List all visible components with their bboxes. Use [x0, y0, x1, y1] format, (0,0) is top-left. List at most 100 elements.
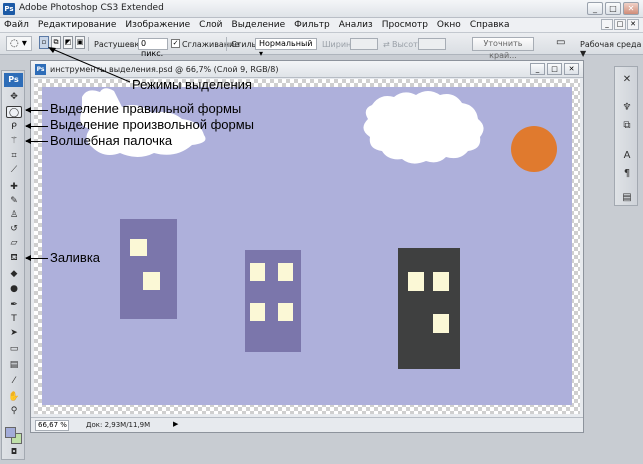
- building-2-window: [278, 303, 293, 321]
- history-brush-tool-icon[interactable]: ↺: [6, 223, 22, 235]
- menu-view[interactable]: Просмотр: [382, 20, 428, 30]
- doc-close-button[interactable]: ✕: [627, 19, 639, 30]
- paint-bucket-tool-icon[interactable]: ⛾: [6, 252, 22, 264]
- feather-input[interactable]: 0 пикс.: [138, 38, 168, 58]
- paragraph-icon[interactable]: ¶: [620, 167, 634, 181]
- building-3-window: [408, 272, 424, 291]
- building-1: [120, 219, 177, 319]
- menu-file[interactable]: Файл: [4, 20, 29, 30]
- close-button[interactable]: ✕: [623, 2, 639, 15]
- building-2-window: [278, 263, 293, 281]
- document-window-controls: _ □ ✕: [530, 63, 579, 75]
- document-minimize-button[interactable]: _: [530, 63, 545, 75]
- document-info: Док: 2,93M/11,9M: [86, 421, 151, 429]
- doc-window-controls: _ □ ✕: [601, 19, 639, 30]
- annotation-arrow-modes: [48, 47, 131, 83]
- lasso-tool-icon[interactable]: ᑭ: [6, 121, 22, 133]
- building-3-window: [433, 314, 449, 333]
- healing-tool-icon[interactable]: ✚: [6, 181, 22, 193]
- menu-analysis[interactable]: Анализ: [339, 20, 373, 30]
- annotation-arrow: [25, 255, 48, 261]
- annotation-arrow: [25, 107, 48, 113]
- document-close-button[interactable]: ✕: [564, 63, 579, 75]
- marquee-tool-icon[interactable]: ◯: [6, 106, 22, 118]
- annotation-arrow: [25, 138, 48, 144]
- path-selection-tool-icon[interactable]: ➤: [6, 327, 22, 339]
- status-menu-icon[interactable]: ▶: [173, 420, 178, 428]
- brushes-icon[interactable]: ♆: [620, 101, 634, 115]
- annotation-selection-modes: Режимы выделения: [132, 77, 252, 92]
- document-maximize-button[interactable]: □: [547, 63, 562, 75]
- character-icon[interactable]: A: [620, 149, 634, 163]
- menu-filter[interactable]: Фильтр: [294, 20, 330, 30]
- doc-restore-button[interactable]: □: [614, 19, 626, 30]
- notes-tool-icon[interactable]: ▤: [6, 359, 22, 371]
- rectangle-tool-icon[interactable]: ▭: [6, 343, 22, 355]
- document-status-bar: 66,67 % Док: 2,93M/11,9M ▶: [31, 417, 583, 432]
- navigator-icon[interactable]: ✕: [620, 73, 634, 87]
- building-2-window: [250, 263, 265, 281]
- width-input[interactable]: [350, 38, 378, 50]
- window-controls: _ □ ✕: [587, 2, 639, 15]
- menu-bar: Файл Редактирование Изображение Слой Выд…: [0, 18, 643, 33]
- building-1-window: [143, 272, 160, 290]
- hand-tool-icon[interactable]: ✋: [6, 391, 22, 403]
- zoom-tool-icon[interactable]: ⚲: [6, 405, 22, 417]
- workspace-menu[interactable]: Рабочая среда ▼: [580, 40, 643, 58]
- cloud-right: [363, 91, 484, 164]
- menu-layer[interactable]: Слой: [199, 20, 222, 30]
- move-tool-icon[interactable]: ✥: [6, 91, 22, 103]
- photoshop-logo-icon: Ps: [3, 3, 15, 15]
- zoom-input[interactable]: 66,67 %: [35, 420, 69, 431]
- building-3: [398, 248, 460, 369]
- menu-edit[interactable]: Редактирование: [38, 20, 117, 30]
- pen-tool-icon[interactable]: ✒: [6, 299, 22, 311]
- annotation-rect-select: Выделение правильной формы: [50, 101, 242, 116]
- doc-minimize-button[interactable]: _: [601, 19, 613, 30]
- eyedropper-tool-icon[interactable]: ⁄: [6, 375, 22, 387]
- toolbox-logo-icon: Ps: [4, 73, 23, 87]
- magic-wand-tool-icon[interactable]: ⚚: [6, 135, 22, 147]
- slice-tool-icon[interactable]: ⟋: [6, 164, 22, 176]
- dodge-tool-icon[interactable]: ●: [6, 283, 22, 295]
- tool-preset-picker[interactable]: ◌ ▾: [6, 36, 32, 51]
- panel-dock: ✕ ♆ ⧉ A ¶ ▤: [614, 66, 638, 206]
- menu-image[interactable]: Изображение: [125, 20, 190, 30]
- building-2-window: [250, 303, 265, 321]
- maximize-button[interactable]: □: [605, 2, 621, 15]
- foreground-color-swatch[interactable]: [5, 427, 16, 438]
- title-bar: Ps Adobe Photoshop CS3 Extended _ □ ✕: [0, 0, 643, 18]
- swap-icon[interactable]: ⇄: [383, 40, 390, 49]
- stamp-tool-icon[interactable]: ♙: [6, 209, 22, 221]
- blur-tool-icon[interactable]: ◆: [6, 268, 22, 280]
- annotation-magic-wand: Волшебная палочка: [50, 133, 173, 148]
- menu-select[interactable]: Выделение: [232, 20, 286, 30]
- antialias-checkbox[interactable]: ✓: [171, 39, 180, 48]
- annotation-fill: Заливка: [50, 250, 101, 265]
- sun: [511, 126, 557, 172]
- clone-source-icon[interactable]: ⧉: [620, 119, 634, 133]
- annotation-free-select: Выделение произвольной формы: [50, 117, 255, 132]
- building-3-window: [433, 272, 449, 291]
- annotation-arrow: [25, 123, 48, 129]
- crop-tool-icon[interactable]: ⌗: [6, 150, 22, 162]
- building-1-window: [130, 239, 147, 256]
- type-tool-icon[interactable]: T: [6, 313, 22, 325]
- chevron-down-icon: ▾: [259, 49, 264, 58]
- palette-well-icon[interactable]: ▭: [556, 37, 565, 48]
- app-title: Adobe Photoshop CS3 Extended: [19, 3, 164, 13]
- eraser-tool-icon[interactable]: ▱: [6, 237, 22, 249]
- quick-mask-icon[interactable]: ◘: [6, 446, 22, 458]
- menu-help[interactable]: Справка: [470, 20, 510, 30]
- divider: [226, 37, 227, 51]
- toolbox: Ps ✥ ◯ ᑭ ⚚ ⌗ ⟋ ✚ ✎ ♙ ↺ ▱ ⛾ ◆ ● ✒ T ➤ ▭ ▤ ⁄ ✋ ⚲ ◘: [1, 70, 25, 460]
- height-input[interactable]: [418, 38, 446, 50]
- refine-edge-button[interactable]: Уточнить край...: [472, 37, 534, 60]
- style-select[interactable]: Нормальный ▾: [255, 38, 317, 58]
- minimize-button[interactable]: _: [587, 2, 603, 15]
- ellipse-marquee-icon: ◌: [10, 38, 19, 49]
- style-value: Нормальный: [259, 39, 313, 48]
- menu-window[interactable]: Окно: [437, 20, 461, 30]
- layers-icon[interactable]: ▤: [620, 191, 634, 205]
- brush-tool-icon[interactable]: ✎: [6, 195, 22, 207]
